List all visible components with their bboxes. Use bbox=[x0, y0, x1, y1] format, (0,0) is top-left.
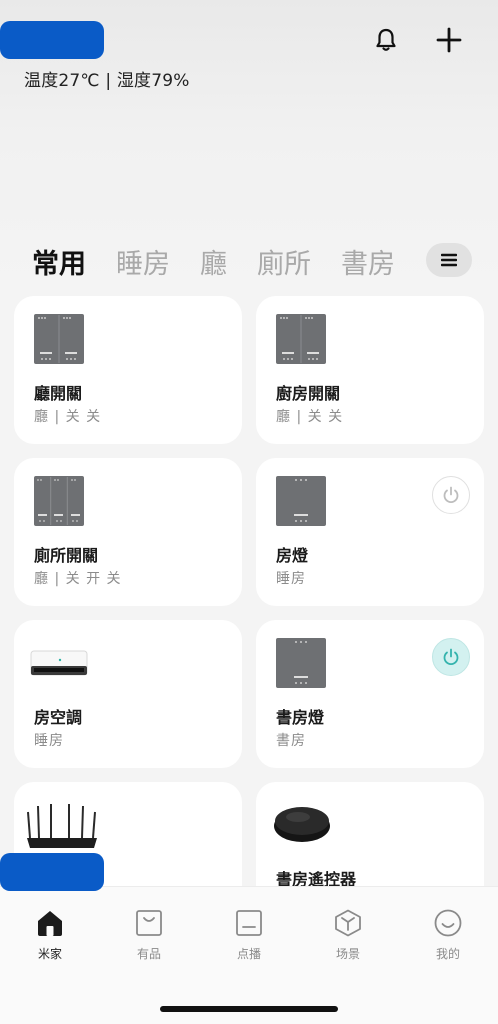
device-card-hall-switch[interactable]: 廳開關 廳 | 关 关 bbox=[14, 296, 242, 444]
bell-icon[interactable] bbox=[368, 22, 404, 58]
air-conditioner-icon bbox=[30, 650, 88, 682]
tab-hall[interactable]: 廳 bbox=[200, 242, 227, 281]
nav-label: 点播 bbox=[236, 947, 261, 961]
power-icon bbox=[443, 648, 459, 666]
single-switch-icon bbox=[276, 476, 326, 530]
device-status: 廳 | 关 关 bbox=[276, 409, 344, 425]
tab-toilet[interactable]: 廁所 bbox=[257, 242, 311, 281]
home-icon bbox=[38, 911, 62, 936]
room-tabs: 常用 睡房 廳 廁所 書房 bbox=[32, 236, 425, 286]
nav-item-media[interactable]: 点播 bbox=[219, 909, 279, 962]
power-toggle[interactable] bbox=[432, 638, 470, 676]
device-status: 廳 | 关 开 关 bbox=[34, 571, 122, 587]
nav-item-profile[interactable]: 我的 bbox=[418, 909, 478, 962]
device-name: 廚房開關 bbox=[276, 384, 341, 403]
media-icon bbox=[236, 910, 262, 936]
device-card-toilet-switch[interactable]: 廁所開關 廳 | 关 开 关 bbox=[14, 458, 242, 606]
tab-bedroom[interactable]: 睡房 bbox=[116, 242, 170, 281]
plus-icon[interactable] bbox=[431, 22, 467, 58]
tab-study[interactable]: 書房 bbox=[341, 242, 395, 281]
device-name: 廳開關 bbox=[34, 384, 83, 403]
device-name: 廁所開關 bbox=[34, 546, 99, 565]
nav-item-scenes[interactable]: 场景 bbox=[318, 909, 378, 962]
device-name: 房燈 bbox=[276, 546, 309, 565]
redacted-device-info[interactable] bbox=[0, 853, 104, 891]
double-switch-icon bbox=[276, 314, 326, 368]
device-card-study-light[interactable]: 書房燈 書房 bbox=[256, 620, 484, 768]
nav-label: 米家 bbox=[37, 947, 62, 961]
ir-remote-icon bbox=[272, 802, 332, 850]
device-status: 睡房 bbox=[34, 733, 64, 749]
bottom-nav: 米家 有品 点播 场景 我的 bbox=[0, 886, 498, 1024]
menu-icon bbox=[441, 253, 457, 267]
power-toggle[interactable] bbox=[432, 476, 470, 514]
device-status: 廳 | 关 关 bbox=[34, 409, 102, 425]
single-switch-icon bbox=[276, 638, 326, 692]
nav-label: 有品 bbox=[136, 947, 161, 961]
device-name: 書房燈 bbox=[276, 708, 325, 727]
nav-label: 场景 bbox=[335, 947, 360, 961]
cube-icon bbox=[335, 909, 361, 937]
device-name: 房空調 bbox=[34, 708, 83, 727]
smiley-icon bbox=[434, 909, 462, 937]
device-card-bedroom-ac[interactable]: 房空調 睡房 bbox=[14, 620, 242, 768]
device-status: 睡房 bbox=[276, 571, 306, 587]
device-card-kitchen-switch[interactable]: 廚房開關 廳 | 关 关 bbox=[256, 296, 484, 444]
environment-readout: 温度27℃ | 湿度79% bbox=[24, 71, 190, 91]
nav-item-shop[interactable]: 有品 bbox=[119, 909, 179, 962]
device-card-bedroom-light[interactable]: 房燈 睡房 bbox=[256, 458, 484, 606]
triple-switch-icon bbox=[34, 476, 84, 530]
tab-common[interactable]: 常用 bbox=[32, 242, 86, 281]
menu-button[interactable] bbox=[426, 243, 472, 277]
redacted-home-name[interactable] bbox=[0, 21, 104, 59]
power-icon bbox=[443, 486, 459, 504]
router-icon bbox=[24, 804, 100, 856]
nav-item-home[interactable]: 米家 bbox=[20, 909, 80, 962]
nav-label: 我的 bbox=[435, 947, 460, 961]
home-indicator[interactable] bbox=[160, 1006, 338, 1012]
shopping-bag-icon bbox=[136, 910, 162, 936]
device-status: 書房 bbox=[276, 733, 306, 749]
double-switch-icon bbox=[34, 314, 84, 368]
